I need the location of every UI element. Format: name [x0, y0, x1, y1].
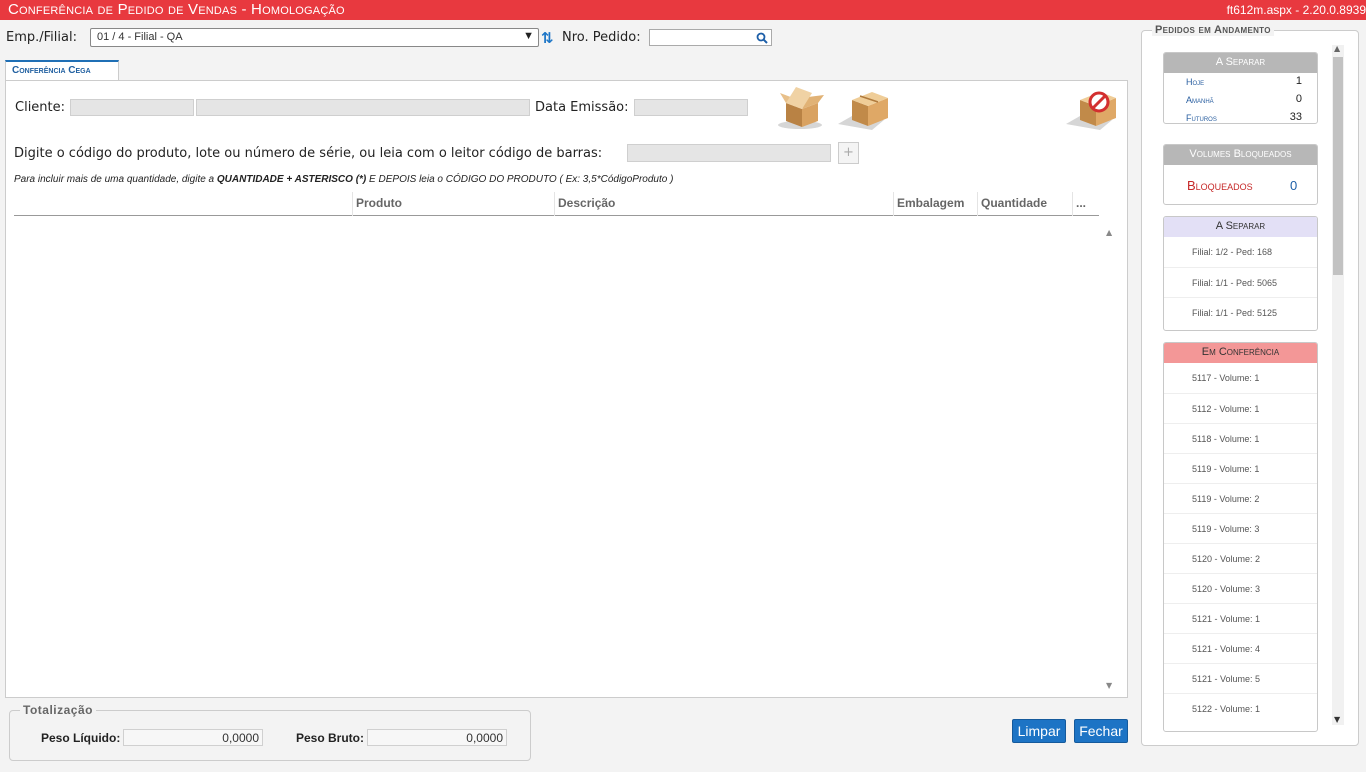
list-item[interactable]: 5121 - Volume: 1 [1164, 603, 1317, 633]
tab-conferencia-cega[interactable]: Conferência Cega [5, 60, 119, 81]
list-item[interactable]: 5121 - Volume: 4 [1164, 633, 1317, 663]
barcode-label: Digite o código do produto, lote ou núme… [14, 146, 603, 161]
scroll-up-icon[interactable]: ▲ [1334, 44, 1340, 53]
scroll-down-icon[interactable]: ▼ [1334, 715, 1340, 724]
em-conferencia-header: Em Conferência [1164, 343, 1317, 363]
peso-bruto-label: Peso Bruto: [296, 731, 365, 745]
closed-box-icon[interactable] [838, 86, 890, 130]
list-item[interactable]: 5112 - Volume: 1 [1164, 393, 1317, 423]
list-item[interactable]: 5118 - Volume: 1 [1164, 423, 1317, 453]
list-item[interactable]: 5122 - Volume: 1 [1164, 693, 1317, 723]
main-panel [5, 80, 1128, 698]
cliente-name-field [196, 99, 530, 116]
summary-row-hoje[interactable]: Hoje 1 [1164, 73, 1317, 91]
a-separar-summary-header: A Separar [1164, 53, 1317, 73]
data-emissao-field [634, 99, 748, 116]
sidebar-scrollbar[interactable]: ▲ ▼ [1332, 44, 1344, 725]
summary-row-futuros[interactable]: Futuros 33 [1164, 109, 1317, 123]
scroll-up-icon[interactable]: ▲ [1106, 228, 1112, 237]
list-item[interactable]: 5119 - Volume: 2 [1164, 483, 1317, 513]
cliente-code-field [70, 99, 194, 116]
chevron-down-icon: ▼ [523, 30, 534, 42]
search-icon[interactable] [756, 32, 768, 44]
volumes-bloqueados-card: Volumes Bloqueados Bloqueados 0 [1163, 144, 1318, 205]
products-grid-header: Produto Descrição Embalagem Quantidade .… [14, 192, 1099, 216]
emp-filial-select[interactable]: 01 / 4 - Filial - QA ▼ [90, 28, 539, 47]
limpar-button[interactable]: Limpar [1012, 719, 1066, 743]
add-button[interactable]: + [838, 142, 859, 164]
list-item[interactable]: Filial: 1/1 - Ped: 5065 [1164, 267, 1317, 297]
peso-liquido-field: 0,0000 [123, 729, 263, 746]
a-separar-summary-card: A Separar Hoje 1 Amanhã 0 Futuros 33 [1163, 52, 1318, 124]
quantity-hint: Para incluir mais de uma quantidade, dig… [14, 174, 674, 185]
grid-scrollbar[interactable]: ▲ ▼ [1103, 228, 1117, 690]
volumes-bloqueados-header: Volumes Bloqueados [1164, 145, 1317, 165]
list-item[interactable]: Filial: 1/1 - Ped: 5125 [1164, 297, 1317, 327]
fechar-button[interactable]: Fechar [1074, 719, 1128, 743]
nro-pedido-label: Nro. Pedido: [562, 30, 641, 45]
open-box-icon[interactable] [776, 85, 826, 131]
bloqueados-label[interactable]: Bloqueados [1187, 178, 1253, 193]
data-emissao-label: Data Emissão: [535, 100, 629, 115]
emp-filial-label: Emp./Filial: [6, 30, 77, 45]
totalizacao-legend: Totalização [20, 703, 96, 717]
column-more[interactable]: ... [1072, 192, 1099, 216]
nro-pedido-input[interactable] [649, 29, 772, 46]
cliente-label: Cliente: [15, 100, 66, 115]
list-item[interactable]: 5121 - Volume: 5 [1164, 663, 1317, 693]
bloqueados-count: 0 [1290, 178, 1298, 193]
peso-liquido-label: Peso Líquido: [41, 731, 121, 745]
list-item[interactable]: 5119 - Volume: 3 [1164, 513, 1317, 543]
title-bar: Conferência de Pedido de Vendas - Homolo… [0, 0, 1366, 20]
list-item[interactable]: Filial: 1/2 - Ped: 168 [1164, 237, 1317, 267]
blocked-box-icon[interactable] [1066, 86, 1120, 130]
em-conferencia-card: Em Conferência 5117 - Volume: 1 5112 - Vo… [1163, 342, 1318, 732]
scroll-down-icon[interactable]: ▼ [1106, 681, 1112, 690]
refresh-icon[interactable]: ⇅ [541, 29, 555, 47]
summary-row-amanha[interactable]: Amanhã 0 [1164, 91, 1317, 109]
a-separar-list-header: A Separar [1164, 217, 1317, 237]
bloqueados-row[interactable]: Bloqueados 0 [1164, 165, 1317, 204]
page-title: Conferência de Pedido de Vendas - Homolo… [8, 1, 345, 18]
list-item[interactable]: 5119 - Volume: 1 [1164, 453, 1317, 483]
scroll-thumb[interactable] [1333, 57, 1343, 275]
column-produto[interactable]: Produto [352, 192, 554, 216]
version-label: ft612m.aspx - 2.20.0.8939 [1226, 3, 1366, 17]
emp-filial-value: 01 / 4 - Filial - QA [97, 31, 183, 43]
list-item[interactable]: 5117 - Volume: 1 [1164, 363, 1317, 393]
list-item[interactable]: 5120 - Volume: 3 [1164, 573, 1317, 603]
sidebar-title: Pedidos em Andamento [1152, 24, 1274, 36]
list-item[interactable]: 5120 - Volume: 2 [1164, 543, 1317, 573]
a-separar-list-card: A Separar Filial: 1/2 - Ped: 168 Filial: … [1163, 216, 1318, 331]
barcode-input[interactable] [627, 144, 831, 162]
peso-bruto-field: 0,0000 [367, 729, 507, 746]
column-embalagem[interactable]: Embalagem [893, 192, 977, 216]
column-quantidade[interactable]: Quantidade [977, 192, 1072, 216]
column-descricao[interactable]: Descrição [554, 192, 893, 216]
